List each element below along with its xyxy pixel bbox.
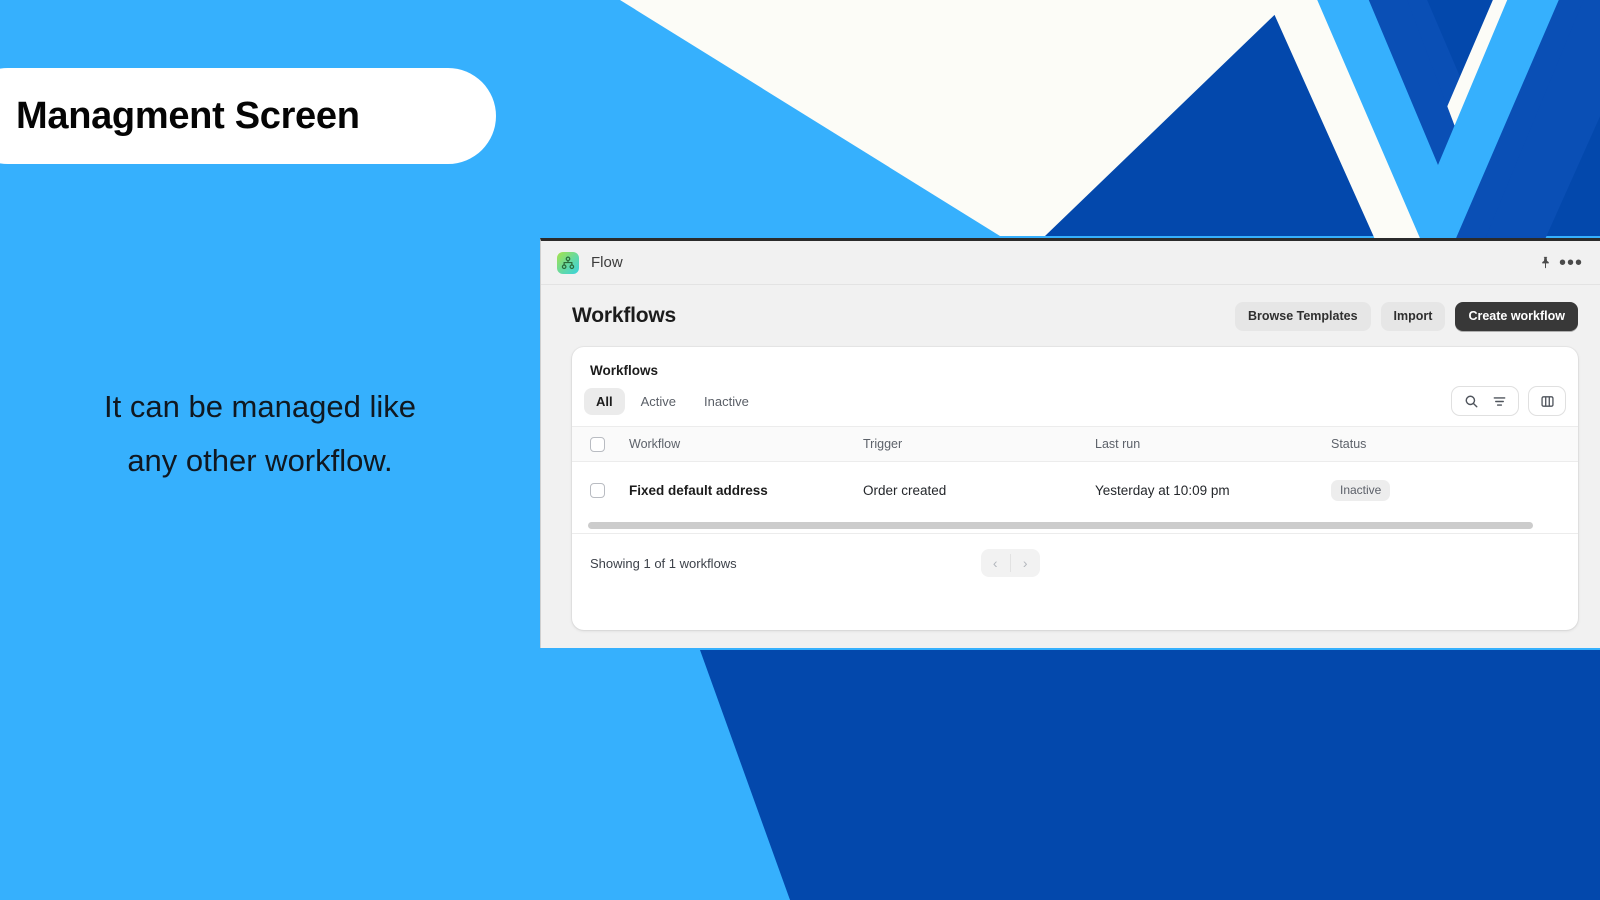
page-title: Managment Screen: [16, 94, 360, 137]
column-header-workflow[interactable]: Workflow: [605, 437, 863, 451]
create-workflow-button[interactable]: Create workflow: [1455, 301, 1578, 331]
table-horizontal-scrollbar[interactable]: [572, 518, 1578, 534]
app-bar: Flow •••: [541, 241, 1600, 285]
row-select-checkbox[interactable]: [590, 482, 605, 498]
filter-icon[interactable]: [1490, 392, 1508, 410]
app-name-label: Flow: [591, 254, 623, 271]
bg-bottom-light-strip: [0, 650, 700, 900]
search-filter-group: [1451, 386, 1519, 416]
column-header-status[interactable]: Status: [1331, 437, 1531, 451]
card-title: Workflows: [590, 363, 659, 378]
card-footer: Showing 1 of 1 workflows ‹ ›: [572, 534, 1578, 592]
select-all-checkbox[interactable]: [590, 436, 605, 452]
page-header: Workflows Browse Templates Import Create…: [541, 285, 1600, 347]
tab-active[interactable]: Active: [629, 388, 688, 415]
columns-group: [1528, 386, 1566, 416]
scrollbar-thumb[interactable]: [588, 522, 1533, 529]
status-badge: Inactive: [1331, 479, 1391, 501]
columns-icon[interactable]: [1538, 392, 1556, 410]
table-row[interactable]: Fixed default address Order created Yest…: [572, 462, 1578, 518]
tab-row: All Active Inactive: [572, 378, 1578, 426]
cell-status: Inactive: [1331, 479, 1531, 501]
cell-trigger: Order created: [863, 482, 947, 498]
column-header-last-run[interactable]: Last run: [1095, 437, 1331, 451]
tab-all[interactable]: All: [584, 387, 625, 415]
flow-hierarchy-icon: [557, 251, 579, 274]
column-header-trigger[interactable]: Trigger: [863, 437, 1095, 451]
more-dots-glyph: •••: [1558, 251, 1583, 274]
browse-templates-button[interactable]: Browse Templates: [1235, 301, 1371, 331]
more-horizontal-icon[interactable]: •••: [1558, 250, 1584, 276]
app-window: Flow ••• Workflows Browse Templates Impo…: [540, 238, 1600, 648]
slide-title-pill: Managment Screen: [0, 68, 496, 164]
import-button[interactable]: Import: [1380, 301, 1446, 331]
header-actions: Browse Templates Import Create workflow: [1235, 301, 1578, 331]
pin-icon[interactable]: [1532, 250, 1558, 276]
table-header-row: Workflow Trigger Last run Status: [572, 426, 1578, 462]
results-summary: Showing 1 of 1 workflows: [590, 555, 737, 571]
pagination-next-button[interactable]: ›: [1011, 549, 1040, 577]
workflows-card: Workflows All Active Inactive Workflow T…: [572, 347, 1578, 630]
cell-workflow-name[interactable]: Fixed default address: [605, 483, 863, 498]
workflows-page-title: Workflows: [572, 304, 676, 327]
cell-last-run: Yesterday at 10:09 pm: [1095, 482, 1230, 498]
pagination-prev-button[interactable]: ‹: [981, 549, 1010, 577]
bg-bottom-dark-slab: [675, 650, 1600, 900]
tab-inactive[interactable]: Inactive: [692, 388, 761, 415]
body-line-2: any other workflow.: [127, 443, 393, 479]
pagination: ‹ ›: [980, 549, 1040, 577]
slide-body-copy: It can be managed like any other workflo…: [30, 380, 490, 489]
search-icon[interactable]: [1462, 392, 1480, 410]
body-line-1: It can be managed like: [104, 389, 416, 424]
